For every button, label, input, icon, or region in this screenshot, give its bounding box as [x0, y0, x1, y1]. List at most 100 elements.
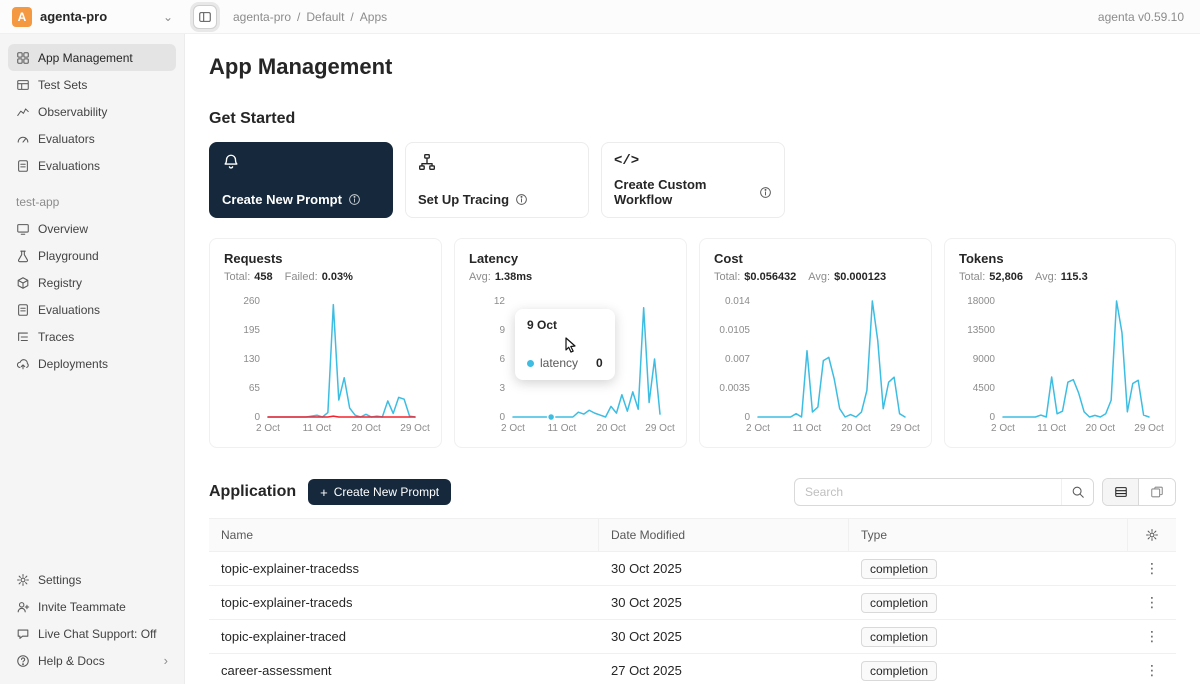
table-row[interactable]: topic-explainer-tracedss 30 Oct 2025 com…	[209, 552, 1176, 586]
cost-chart[interactable]: 00.00350.0070.01050.0142 Oct11 Oct20 Oct…	[714, 293, 917, 435]
column-header-type[interactable]: Type	[849, 519, 1128, 551]
set-up-tracing-card[interactable]: Set Up Tracing	[405, 142, 589, 218]
svg-text:195: 195	[243, 325, 260, 336]
sidebar-item-observability[interactable]: Observability	[8, 98, 176, 125]
type-badge: completion	[861, 559, 937, 579]
breadcrumb-page[interactable]: Apps	[360, 10, 387, 24]
tokens-chart[interactable]: 04500900013500180002 Oct11 Oct20 Oct29 O…	[959, 293, 1161, 435]
sidebar-item-app-evaluations[interactable]: Evaluations	[8, 296, 176, 323]
svg-text:3: 3	[499, 383, 505, 394]
svg-text:12: 12	[494, 296, 506, 307]
sidebar-item-label: Evaluations	[38, 159, 100, 173]
svg-text:65: 65	[249, 383, 261, 394]
table-row[interactable]: career-assessment 27 Oct 2025 completion…	[209, 654, 1176, 684]
svg-text:2 Oct: 2 Oct	[256, 423, 280, 434]
create-custom-workflow-card[interactable]: </> Create Custom Workflow	[601, 142, 785, 218]
row-more-button[interactable]: ⋮	[1128, 628, 1176, 645]
svg-text:11 Oct: 11 Oct	[303, 423, 332, 434]
sidebar-item-overview[interactable]: Overview	[8, 215, 176, 242]
app-name: topic-explainer-traceds	[209, 595, 599, 610]
breadcrumb-project[interactable]: Default	[306, 10, 344, 24]
workspace-selector[interactable]: A agenta-pro ⌄	[0, 0, 185, 33]
column-header-name[interactable]: Name	[209, 519, 599, 551]
svg-text:20 Oct: 20 Oct	[1086, 423, 1116, 434]
create-new-prompt-card[interactable]: Create New Prompt	[209, 142, 393, 218]
svg-text:0: 0	[499, 412, 505, 423]
card-view-button[interactable]	[1139, 479, 1175, 505]
stat-value: 458	[254, 271, 272, 283]
row-more-button[interactable]: ⋮	[1128, 560, 1176, 577]
search-icon	[1071, 485, 1085, 499]
create-new-prompt-button[interactable]: + Create New Prompt	[308, 479, 451, 505]
row-more-button[interactable]: ⋮	[1128, 662, 1176, 679]
sidebar-item-label: Evaluations	[38, 303, 100, 317]
table-row[interactable]: topic-explainer-traceds 30 Oct 2025 comp…	[209, 586, 1176, 620]
chat-bubble-icon	[16, 627, 30, 641]
sidebar-item-traces[interactable]: Traces	[8, 323, 176, 350]
gear-icon[interactable]	[1145, 528, 1159, 542]
sidebar-item-settings[interactable]: Settings	[8, 566, 176, 593]
search-button[interactable]	[1061, 479, 1093, 505]
sidebar-toggle-button[interactable]	[193, 5, 217, 29]
svg-text:20 Oct: 20 Oct	[351, 423, 381, 434]
svg-text:0: 0	[254, 412, 260, 423]
svg-text:29 Oct: 29 Oct	[645, 423, 675, 434]
latency-chart[interactable]: 0369122 Oct11 Oct20 Oct29 Oct 9 Oct late…	[469, 293, 672, 435]
sidebar-item-app-management[interactable]: App Management	[8, 44, 176, 71]
sidebar-item-evaluators[interactable]: Evaluators	[8, 125, 176, 152]
info-icon[interactable]	[348, 193, 361, 206]
panel-left-icon	[198, 10, 212, 24]
svg-text:20 Oct: 20 Oct	[841, 423, 871, 434]
table-header-row: Name Date Modified Type	[209, 518, 1176, 552]
sidebar-item-label: Help & Docs	[38, 654, 105, 668]
sidebar-item-evaluations[interactable]: Evaluations	[8, 152, 176, 179]
search-input[interactable]	[795, 479, 1061, 505]
workspace-name: agenta-pro	[40, 9, 107, 24]
svg-text:18000: 18000	[967, 296, 995, 307]
column-settings-cell	[1128, 519, 1176, 551]
flask-icon	[16, 249, 30, 263]
sidebar-item-label: Traces	[38, 330, 74, 344]
info-icon[interactable]	[759, 186, 772, 199]
stat-value: 115.3	[1061, 271, 1088, 283]
sidebar-item-label: Overview	[38, 222, 88, 236]
sidebar-item-playground[interactable]: Playground	[8, 242, 176, 269]
search-box	[794, 478, 1094, 506]
table-view-button[interactable]	[1103, 479, 1139, 505]
svg-text:0: 0	[744, 412, 750, 423]
sidebar-item-deployments[interactable]: Deployments	[8, 350, 176, 377]
table-icon	[16, 78, 30, 92]
card-view-icon	[1150, 485, 1164, 499]
svg-text:11 Oct: 11 Oct	[548, 423, 577, 434]
svg-text:0.0105: 0.0105	[719, 325, 750, 336]
main-content: App Management Get Started Create New Pr…	[185, 34, 1200, 684]
table-row[interactable]: topic-explainer-traced 30 Oct 2025 compl…	[209, 620, 1176, 654]
type-badge: completion	[861, 593, 937, 613]
app-date-modified: 30 Oct 2025	[599, 595, 849, 610]
series-dot	[527, 360, 534, 367]
metric-card-tokens: Tokens Total:52,806 Avg:115.3 0450090001…	[944, 238, 1176, 448]
card-label: Set Up Tracing	[418, 192, 509, 207]
svg-text:0.014: 0.014	[725, 296, 750, 307]
metric-title: Tokens	[959, 251, 1161, 266]
row-more-button[interactable]: ⋮	[1128, 594, 1176, 611]
sidebar-item-registry[interactable]: Registry	[8, 269, 176, 296]
chart-line-icon	[16, 105, 30, 119]
button-label: Create New Prompt	[334, 485, 439, 499]
chevron-right-icon: ›	[164, 653, 168, 668]
tooltip-value: 0	[596, 356, 603, 370]
breadcrumb-workspace[interactable]: agenta-pro	[233, 10, 291, 24]
info-icon[interactable]	[515, 193, 528, 206]
requests-chart[interactable]: 0651301952602 Oct11 Oct20 Oct29 Oct	[224, 293, 427, 435]
sidebar-item-help-docs[interactable]: Help & Docs ›	[8, 647, 176, 674]
stat-value: 0.03%	[322, 271, 353, 283]
type-badge: completion	[861, 627, 937, 647]
sidebar-item-live-chat-support[interactable]: Live Chat Support: Off	[8, 620, 176, 647]
column-header-date-modified[interactable]: Date Modified	[599, 519, 849, 551]
svg-text:13500: 13500	[967, 325, 995, 336]
metric-title: Requests	[224, 251, 427, 266]
app-version: agenta v0.59.10	[1098, 10, 1200, 24]
clipboard-icon	[16, 303, 30, 317]
sidebar-item-test-sets[interactable]: Test Sets	[8, 71, 176, 98]
sidebar-item-invite-teammate[interactable]: Invite Teammate	[8, 593, 176, 620]
